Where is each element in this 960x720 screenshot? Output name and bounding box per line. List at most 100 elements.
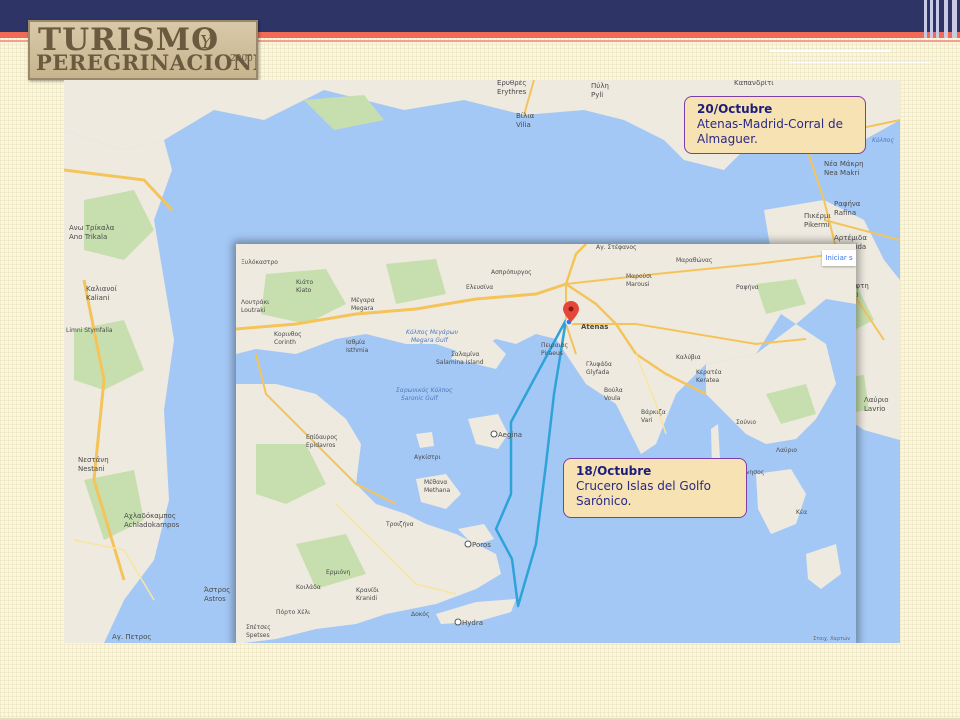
svg-text:Σπέτσες: Σπέτσες <box>246 624 271 631</box>
svg-text:Astros: Astros <box>204 595 226 603</box>
svg-text:Kranidi: Kranidi <box>356 595 377 602</box>
svg-text:Piraeus: Piraeus <box>541 350 563 357</box>
svg-text:Ano Trikala: Ano Trikala <box>69 233 107 241</box>
svg-text:Κέα: Κέα <box>796 509 807 516</box>
svg-text:Pikermi: Pikermi <box>804 221 830 229</box>
svg-text:Nestani: Nestani <box>78 465 105 473</box>
svg-text:Άστρος: Άστρος <box>204 586 230 594</box>
svg-text:Κορινθος: Κορινθος <box>274 331 302 338</box>
svg-text:Loutraki: Loutraki <box>241 307 266 314</box>
svg-text:Κόλπος Μεγάρων: Κόλπος Μεγάρων <box>406 329 459 336</box>
svg-text:Γλυφάδα: Γλυφάδα <box>586 361 612 368</box>
svg-text:Megara: Megara <box>351 305 374 312</box>
island-aegina: Aegina <box>498 431 522 439</box>
svg-text:Limni Stymfalia: Limni Stymfalia <box>66 327 113 334</box>
svg-text:Methana: Methana <box>424 487 451 494</box>
svg-text:Κοιλάδα: Κοιλάδα <box>296 584 321 591</box>
svg-text:Δοκός: Δοκός <box>411 611 430 618</box>
svg-text:Erythres: Erythres <box>497 88 527 96</box>
svg-text:Αγ. Πετρος: Αγ. Πετρος <box>112 633 151 641</box>
island-hydra: Hydra <box>462 619 483 627</box>
svg-text:Vari: Vari <box>641 417 653 424</box>
decorative-line <box>790 62 930 63</box>
logo-line2: PEREGRINACIONES <box>36 50 256 75</box>
svg-text:Corinth: Corinth <box>274 339 296 346</box>
svg-text:Βούλα: Βούλα <box>604 387 623 394</box>
svg-text:Μέγαρα: Μέγαρα <box>351 297 375 304</box>
svg-text:Ισθμία: Ισθμία <box>346 339 365 346</box>
svg-text:Καλιανοί: Καλιανοί <box>86 285 118 293</box>
svg-text:Αχλαδόκαμπος: Αχλαδόκαμπος <box>124 512 176 520</box>
sign-in-button[interactable]: Iniciar s <box>822 250 856 266</box>
svg-text:Megara Gulf: Megara Gulf <box>411 337 449 344</box>
svg-text:Επίδαυρος: Επίδαυρος <box>306 434 338 441</box>
callout-saronic-cruise: 18/Octubre Crucero Islas del Golfo Sarón… <box>563 458 747 518</box>
svg-text:Ελευσίνα: Ελευσίνα <box>466 284 493 291</box>
svg-text:Αγ. Στέφανος: Αγ. Στέφανος <box>596 244 637 251</box>
svg-text:Ραφήνα: Ραφήνα <box>834 200 861 208</box>
svg-text:Πειραιάς: Πειραιάς <box>541 342 568 349</box>
inner-map[interactable]: Atenas Aegina Poros Hydra Αγ. Στέφανος Μ… <box>236 244 856 643</box>
svg-text:Achladokampos: Achladokampos <box>124 521 180 529</box>
callout-date: 20/Octubre <box>697 102 773 116</box>
svg-text:Βίλια: Βίλια <box>516 112 535 120</box>
callout-text: Atenas-Madrid-Corral de Almaguer. <box>697 117 844 146</box>
svg-text:Αρτέμιδα: Αρτέμιδα <box>834 234 867 242</box>
svg-text:Σαλαμίνα: Σαλαμίνα <box>451 351 479 358</box>
svg-text:Lavrio: Lavrio <box>864 405 885 413</box>
svg-text:Ερυθρές: Ερυθρές <box>497 80 527 87</box>
svg-text:Pyli: Pyli <box>591 91 603 99</box>
svg-text:Βάρκιζα: Βάρκιζα <box>641 409 666 416</box>
svg-text:Vilia: Vilia <box>516 121 531 129</box>
decorative-bars <box>920 0 960 40</box>
svg-text:Ασπρόπυργος: Ασπρόπυργος <box>491 269 532 276</box>
svg-text:Νεστάνη: Νεστάνη <box>78 456 109 464</box>
decorative-line <box>770 50 890 52</box>
svg-text:Κερατέα: Κερατέα <box>696 369 722 376</box>
svg-text:Ξυλόκαστρο: Ξυλόκαστρο <box>241 259 278 266</box>
map-copyright: Στοιχ. Χαρτών <box>813 636 850 642</box>
svg-text:Κρανίδι: Κρανίδι <box>356 587 379 594</box>
svg-text:Σούνιο: Σούνιο <box>736 419 756 426</box>
svg-text:Λαύριο: Λαύριο <box>776 447 797 454</box>
company-logo: TURISMO Y PEREGRINACIONES 2000 <box>28 20 258 80</box>
svg-text:Marousi: Marousi <box>626 281 650 288</box>
callout-date: 18/Octubre <box>576 464 652 478</box>
svg-text:Glyfada: Glyfada <box>586 369 609 376</box>
svg-text:Καλύβια: Καλύβια <box>676 354 701 361</box>
svg-text:Κιάτο: Κιάτο <box>296 279 314 286</box>
svg-text:Ανω Τρίκαλα: Ανω Τρίκαλα <box>69 224 115 232</box>
svg-text:Kiato: Kiato <box>296 287 312 294</box>
svg-text:Νέα Μάκρη: Νέα Μάκρη <box>824 160 864 168</box>
svg-text:Keratea: Keratea <box>696 377 720 384</box>
svg-text:Salamina Island: Salamina Island <box>436 359 484 366</box>
svg-text:Saronic Gulf: Saronic Gulf <box>401 395 438 402</box>
svg-text:Μαρούσι: Μαρούσι <box>626 273 652 280</box>
svg-text:Μέθανα: Μέθανα <box>424 479 447 486</box>
outer-map[interactable]: Ερυθρές Erythres Βίλια Vilia Ανω Τρίκαλα… <box>64 80 900 643</box>
svg-text:Λαύριο: Λαύριο <box>864 396 889 404</box>
svg-text:Nea Makri: Nea Makri <box>824 169 859 177</box>
callout-text: Crucero Islas del Golfo Sarónico. <box>576 479 711 508</box>
svg-text:Spetses: Spetses <box>246 632 270 639</box>
svg-text:Ραφήνα: Ραφήνα <box>736 284 759 291</box>
svg-text:Πικέρμι: Πικέρμι <box>804 212 831 220</box>
svg-text:Epidavros: Epidavros <box>306 442 335 449</box>
svg-text:Ερμιόνη: Ερμιόνη <box>326 569 350 576</box>
svg-text:Σαρωνικός Κόλπος: Σαρωνικός Κόλπος <box>396 387 453 394</box>
svg-text:Λουτράκι: Λουτράκι <box>241 299 269 306</box>
svg-text:Αγκίστρι: Αγκίστρι <box>414 454 440 461</box>
logo-year: 2000 <box>230 54 253 64</box>
svg-text:Κόλπος: Κόλπος <box>872 137 894 144</box>
svg-text:Kaliani: Kaliani <box>86 294 109 302</box>
svg-text:Μαραθώνας: Μαραθώνας <box>676 257 712 264</box>
svg-text:Rafina: Rafina <box>834 209 856 217</box>
callout-athens-return: 20/Octubre Atenas-Madrid-Corral de Almag… <box>684 96 866 154</box>
svg-text:Καπανδρίτι: Καπανδρίτι <box>734 80 774 87</box>
svg-text:Voula: Voula <box>604 395 621 402</box>
svg-text:Πύλη: Πύλη <box>591 82 609 90</box>
svg-text:Isthmia: Isthmia <box>346 347 369 354</box>
island-poros: Poros <box>472 541 491 549</box>
city-athens: Atenas <box>581 323 608 331</box>
svg-text:Πόρτο Χέλι: Πόρτο Χέλι <box>276 609 310 616</box>
